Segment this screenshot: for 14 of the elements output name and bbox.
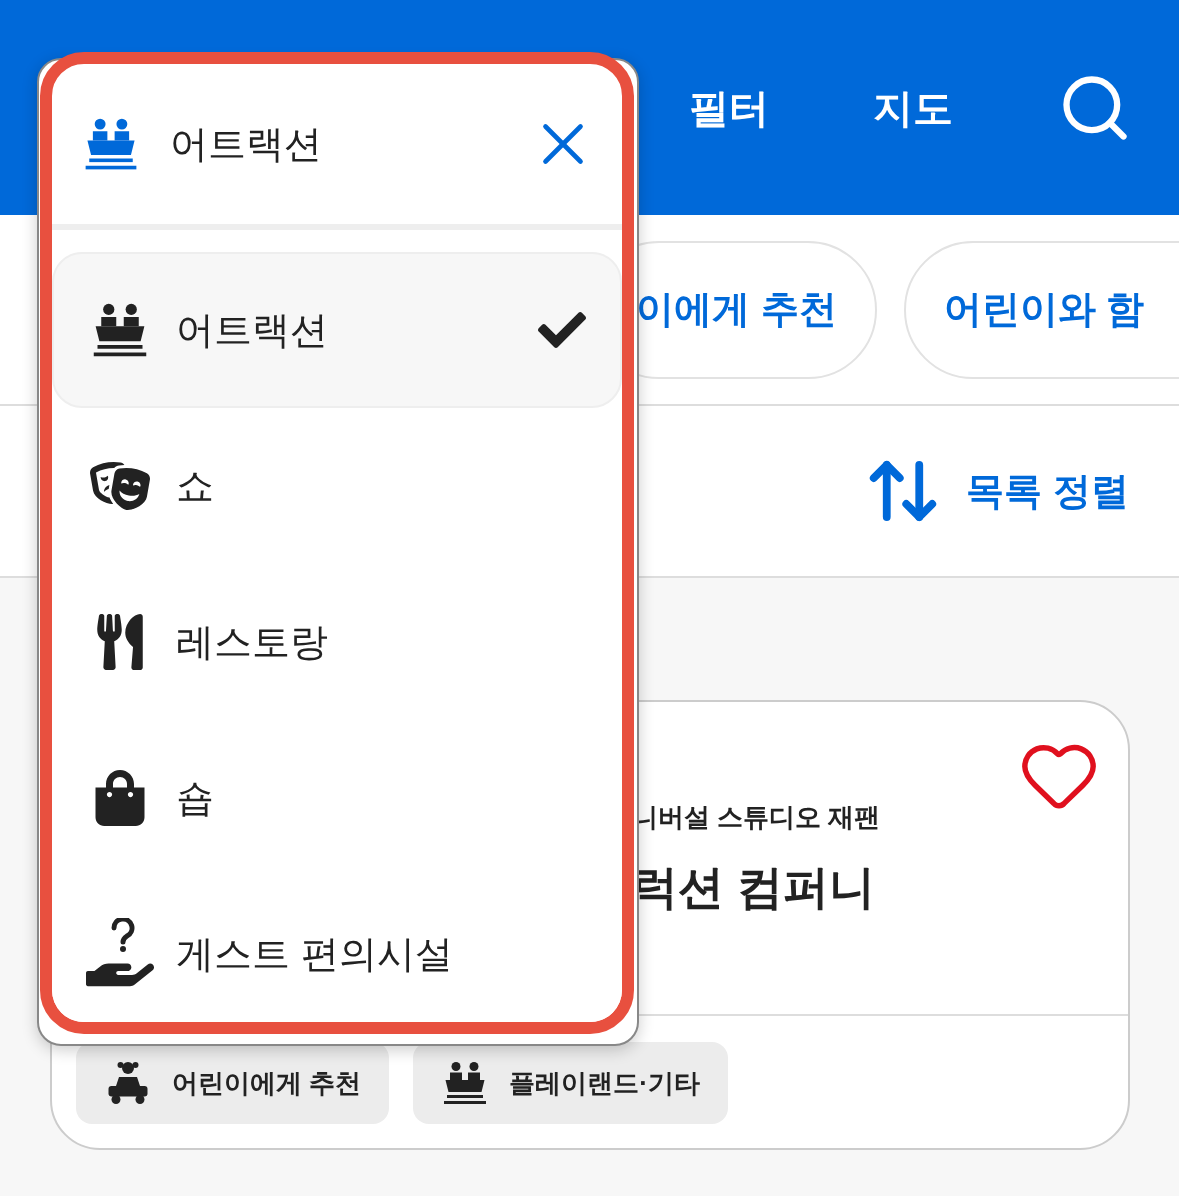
- option-label: 어트랙션: [176, 307, 328, 353]
- option-label: 쇼: [176, 463, 214, 509]
- option-label: 레스토랑: [176, 619, 328, 665]
- option-label: 숍: [176, 775, 214, 821]
- filter-chip[interactable]: 어린이와 함: [903, 240, 1179, 379]
- option-label: 게스트 편의시설: [176, 931, 453, 977]
- header-link[interactable]: 지도: [873, 77, 953, 138]
- category-option[interactable]: 어트랙션: [52, 252, 622, 408]
- sort-link[interactable]: 목록 정렬: [966, 462, 1129, 520]
- dropdown-title: 어트랙션: [170, 121, 322, 167]
- tag-label: 플레이랜드·기타: [509, 1066, 700, 1100]
- attraction-title: 럭션 컴퍼니: [632, 860, 876, 915]
- header-link[interactable]: 필터: [689, 77, 769, 138]
- tag-label: 어린이에게 추천: [172, 1066, 362, 1100]
